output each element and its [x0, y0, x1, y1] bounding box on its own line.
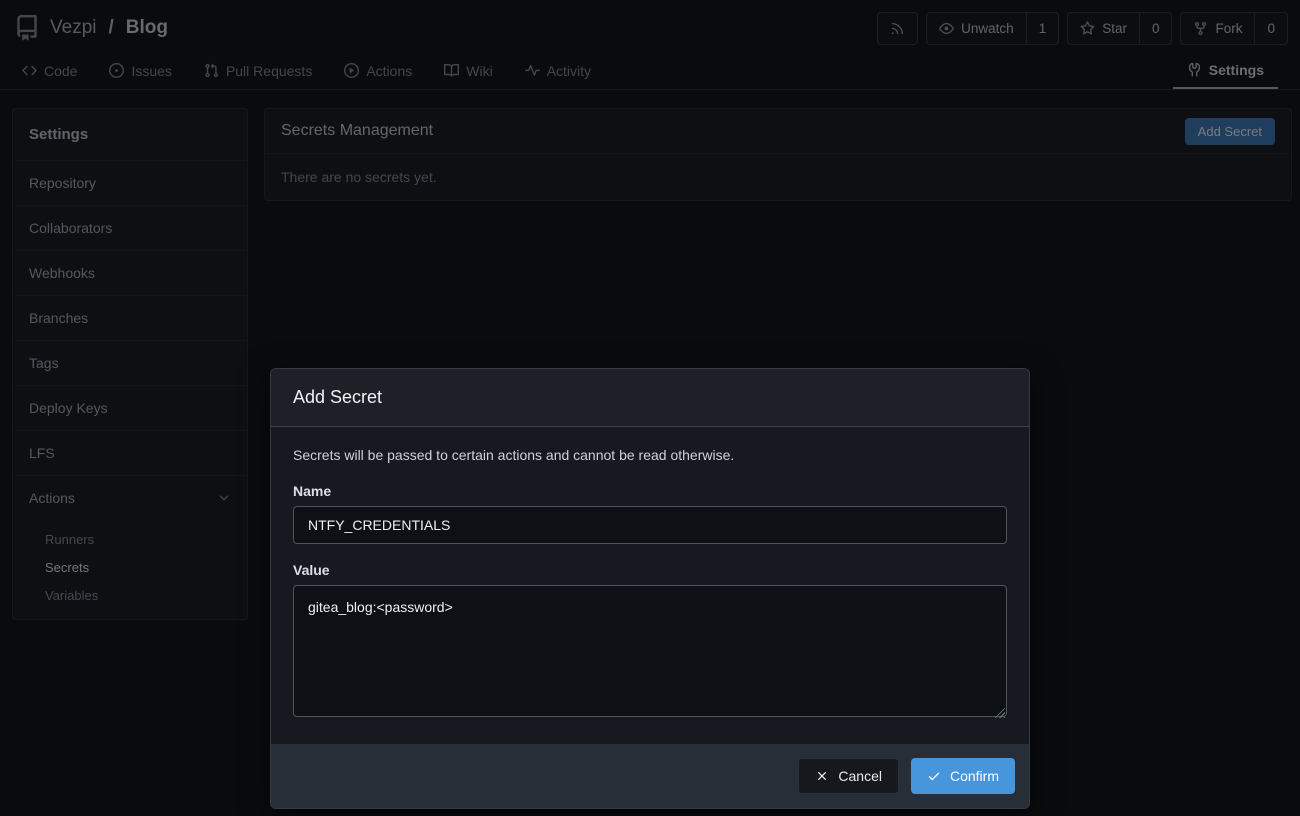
cancel-button-label: Cancel: [838, 768, 882, 784]
check-icon: [927, 769, 941, 783]
add-secret-modal: Add Secret Secrets will be passed to cer…: [270, 368, 1030, 809]
x-icon: [815, 769, 829, 783]
secret-name-input[interactable]: [293, 506, 1007, 544]
modal-title: Add Secret: [293, 387, 1007, 408]
modal-description: Secrets will be passed to certain action…: [293, 445, 1007, 465]
modal-body: Secrets will be passed to certain action…: [271, 427, 1029, 744]
cancel-button[interactable]: Cancel: [798, 758, 899, 794]
name-field-label: Name: [293, 481, 1007, 501]
modal-header: Add Secret: [271, 369, 1029, 427]
secret-value-textarea[interactable]: gitea_blog:<password>: [293, 585, 1007, 717]
value-field-label: Value: [293, 560, 1007, 580]
confirm-button-label: Confirm: [950, 768, 999, 784]
confirm-button[interactable]: Confirm: [911, 758, 1015, 794]
modal-footer: Cancel Confirm: [271, 744, 1029, 808]
